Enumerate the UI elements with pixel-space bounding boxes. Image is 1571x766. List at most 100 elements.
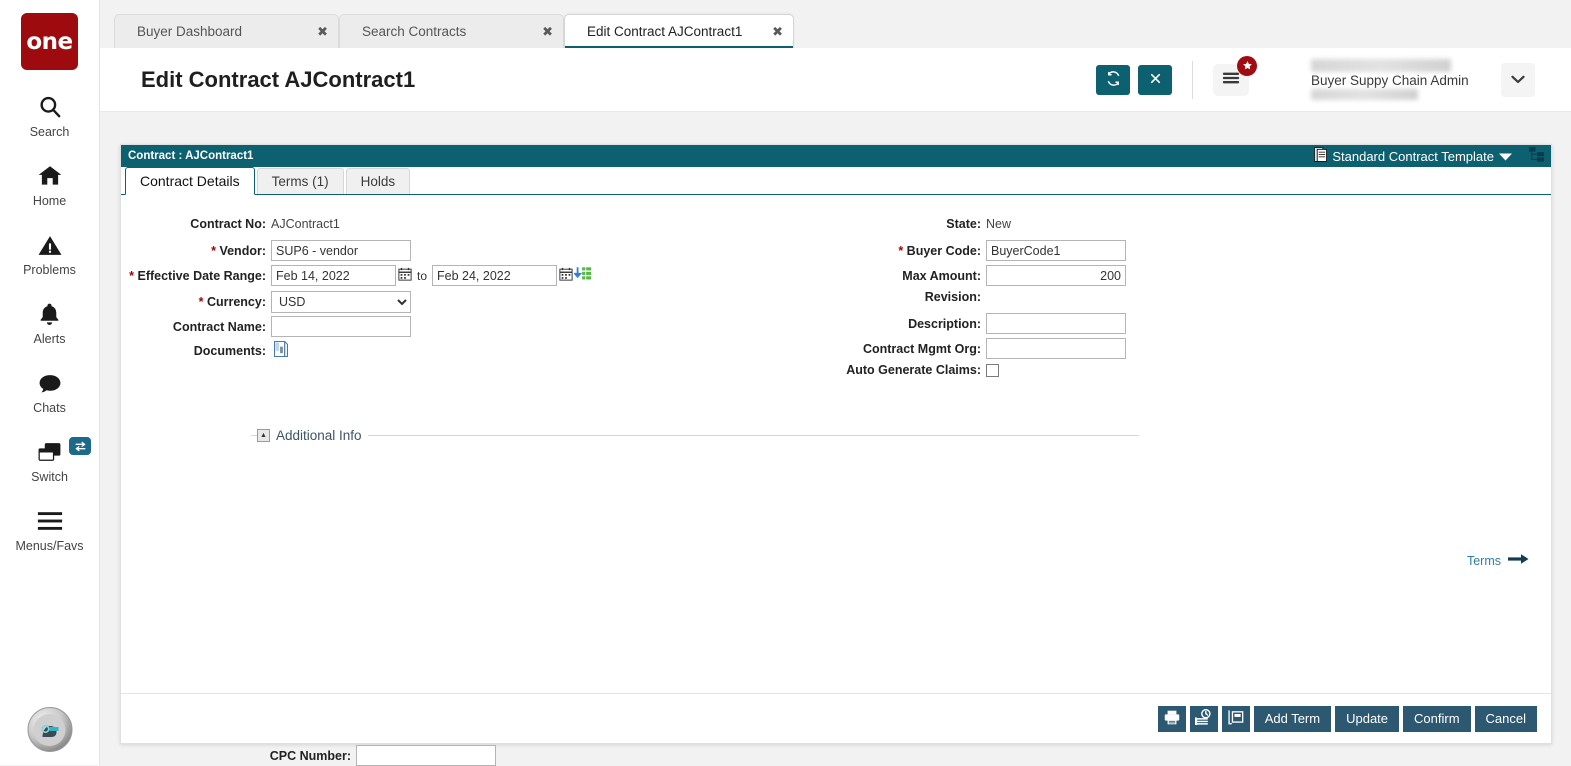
- switch-toggle-badge[interactable]: [69, 437, 91, 455]
- tab-terms[interactable]: Terms (1): [256, 168, 344, 194]
- contract-details-form: Contract No: AJContract1 * Vendor: * Eff…: [121, 195, 1551, 766]
- field-cpc-number: CPC Number:: [121, 745, 496, 766]
- close-icon[interactable]: ✖: [746, 24, 783, 40]
- field-effective-date-range: * Effective Date Range: to: [121, 265, 592, 286]
- print-button[interactable]: [1157, 705, 1186, 732]
- field-buyer-code: * Buyer Code:: [736, 240, 1126, 261]
- refresh-button[interactable]: [1096, 64, 1130, 95]
- browser-tab-strip: Buyer Dashboard ✖ Search Contracts ✖ Edi…: [100, 0, 1571, 48]
- search-icon: [37, 92, 63, 122]
- contract-mgmt-org-input[interactable]: [986, 338, 1126, 359]
- tab-contract-details[interactable]: Contract Details: [125, 167, 255, 195]
- add-term-button[interactable]: Add Term: [1253, 705, 1332, 732]
- assistant-avatar[interactable]: [27, 707, 72, 752]
- required-marker: *: [198, 295, 204, 309]
- contract-template-dropdown[interactable]: Standard Contract Template: [1314, 147, 1512, 165]
- label-buyer-code-text: Buyer Code:: [906, 243, 981, 258]
- sidebar-item-menus-favs[interactable]: Menus/Favs: [0, 506, 99, 553]
- hierarchy-tree-icon[interactable]: [1528, 146, 1545, 166]
- label-max-amount: Max Amount:: [902, 268, 981, 283]
- confirm-label: Confirm: [1414, 711, 1460, 726]
- contract-action-footer: Add Term Update Confirm Cancel: [121, 693, 1551, 743]
- effective-date-from-input[interactable]: [271, 265, 396, 286]
- sidebar-item-switch[interactable]: Switch: [0, 437, 99, 484]
- required-marker: *: [129, 268, 134, 283]
- add-term-label: Add Term: [1264, 711, 1321, 726]
- user-org-redacted-bottom: [1311, 89, 1418, 100]
- calendar-icon[interactable]: [398, 267, 412, 284]
- additional-info-title: Additional Info: [276, 427, 362, 443]
- section-rule-right: [367, 434, 1139, 436]
- label-description: Description:: [908, 316, 981, 331]
- contract-name-input[interactable]: [271, 316, 411, 337]
- vendor-input[interactable]: [271, 240, 411, 261]
- sidebar-item-home[interactable]: Home: [0, 161, 99, 208]
- cpc-number-input[interactable]: [356, 745, 496, 766]
- label-contract-no: Contract No:: [190, 217, 266, 231]
- max-amount-input[interactable]: [986, 265, 1126, 286]
- user-org-redacted-top: [1311, 59, 1451, 72]
- bell-icon: [37, 299, 62, 329]
- field-contract-mgmt-org: Contract Mgmt Org:: [736, 338, 1126, 359]
- field-currency: * Currency: USD: [121, 291, 411, 313]
- calendar-icon[interactable]: [559, 267, 573, 284]
- additional-info-header: ▲ Additional Info: [251, 427, 1139, 443]
- audit-history-button[interactable]: [1189, 705, 1218, 732]
- tab-buyer-dashboard[interactable]: Buyer Dashboard ✖: [114, 14, 339, 48]
- contract-bar-actions: Standard Contract Template: [1314, 146, 1551, 166]
- description-input[interactable]: [986, 313, 1126, 334]
- header-divider: [1192, 60, 1193, 99]
- field-description: Description:: [736, 313, 1126, 334]
- menus-favorites-button[interactable]: [1213, 55, 1257, 96]
- chevron-down-icon: [1511, 73, 1525, 87]
- label-revision: Revision:: [924, 290, 981, 304]
- field-documents: Documents:: [121, 340, 288, 360]
- label-contract-mgmt-org: Contract Mgmt Org:: [862, 341, 981, 356]
- tab-edit-contract[interactable]: Edit Contract AJContract1 ✖: [564, 14, 794, 48]
- printer-icon: [1164, 710, 1180, 728]
- tab-holds[interactable]: Holds: [345, 168, 411, 194]
- sidebar-item-alerts[interactable]: Alerts: [0, 299, 99, 346]
- cancel-button[interactable]: Cancel: [1474, 705, 1537, 732]
- close-icon: [1149, 72, 1162, 88]
- user-menu-dropdown-button[interactable]: [1501, 62, 1535, 97]
- sidebar-item-problems[interactable]: Problems: [0, 230, 99, 277]
- left-nav-rail: one Search Home Problems Alerts Chats Sw…: [0, 0, 100, 765]
- auto-generate-claims-checkbox[interactable]: [986, 363, 999, 377]
- date-picker-list-icon[interactable]: [573, 266, 592, 286]
- terms-link-label: Terms: [1466, 553, 1501, 568]
- buyer-code-input[interactable]: [986, 240, 1126, 261]
- value-contract-no: AJContract1: [271, 217, 340, 231]
- field-state: State: New: [736, 217, 1011, 231]
- update-button[interactable]: Update: [1335, 705, 1400, 732]
- refresh-icon: [1106, 70, 1121, 89]
- terms-navigation-link[interactable]: Terms: [1467, 553, 1529, 568]
- chevron-down-icon: [1499, 149, 1512, 164]
- contract-title-bar: Contract : AJContract1 Standard Contract…: [121, 145, 1551, 167]
- brand-logo[interactable]: one: [21, 13, 78, 70]
- field-max-amount: Max Amount:: [736, 265, 1126, 286]
- sidebar-label-chats: Chats: [33, 401, 66, 415]
- user-identity-block[interactable]: Buyer Suppy Chain Admin: [1311, 52, 1487, 108]
- confirm-button[interactable]: Confirm: [1403, 705, 1471, 732]
- brand-logo-text: one: [26, 28, 73, 55]
- chat-bubble-icon: [36, 368, 64, 398]
- close-page-button[interactable]: [1138, 64, 1172, 95]
- tab-search-contracts[interactable]: Search Contracts ✖: [339, 14, 564, 48]
- sidebar-label-home: Home: [32, 194, 67, 208]
- additional-info-collapse-toggle[interactable]: ▲: [257, 428, 270, 442]
- sidebar-label-problems: Problems: [23, 263, 76, 277]
- label-vendor-text: Vendor:: [219, 243, 266, 258]
- tab-label: Search Contracts: [362, 24, 467, 39]
- label-contract-name: Contract Name:: [172, 319, 266, 334]
- close-icon[interactable]: ✖: [516, 24, 553, 40]
- close-icon[interactable]: ✖: [291, 24, 328, 40]
- currency-select[interactable]: USD: [271, 291, 411, 313]
- effective-date-to-input[interactable]: [432, 265, 558, 286]
- copy-window-button[interactable]: [1221, 705, 1250, 732]
- windows-switch-icon: [35, 437, 65, 467]
- favorites-star-badge: [1237, 55, 1257, 76]
- sidebar-item-chats[interactable]: Chats: [0, 368, 99, 415]
- attach-document-icon[interactable]: [274, 340, 288, 360]
- sidebar-item-search[interactable]: Search: [0, 92, 99, 139]
